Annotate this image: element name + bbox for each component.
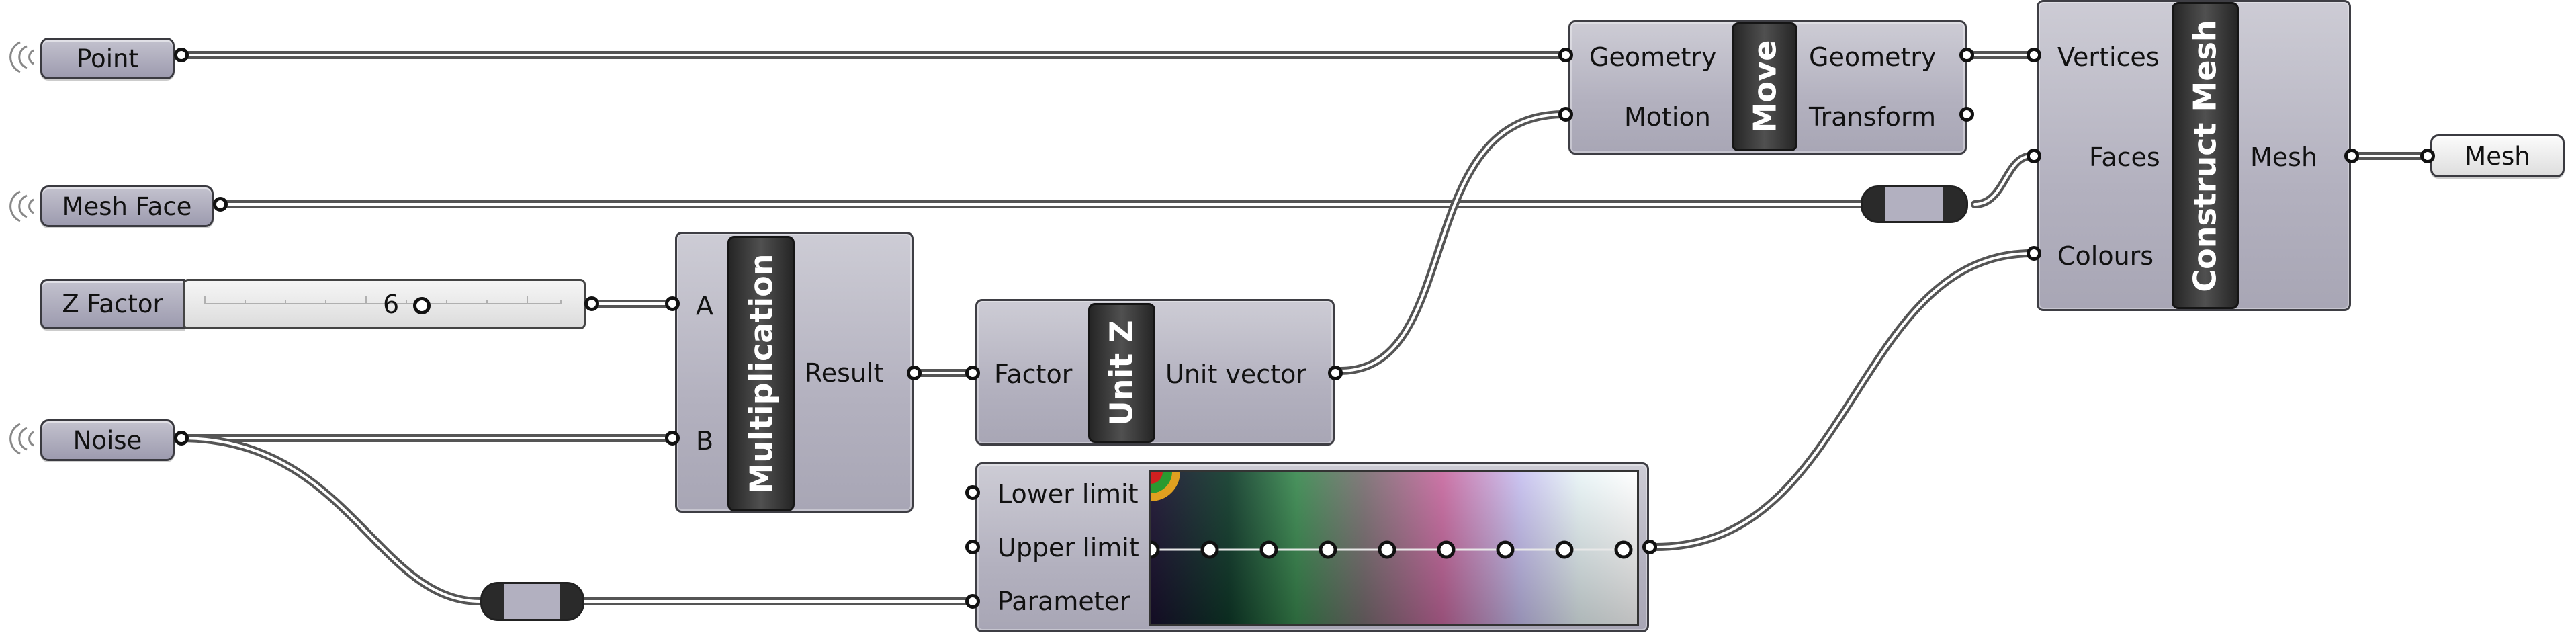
z-factor-slider[interactable]: 6: [183, 279, 586, 329]
slider-handle[interactable]: [413, 297, 431, 314]
slider-value: 6: [383, 290, 400, 319]
colours-label: Colours: [2057, 241, 2154, 271]
lower-limit-input-grip[interactable]: [965, 485, 980, 500]
move-output-transform-label: Transform: [1809, 102, 1937, 132]
move-component[interactable]: Geometry Motion Move Geometry Transform: [1568, 20, 1967, 155]
mesh-output-param[interactable]: Mesh: [2430, 134, 2565, 177]
mesh-output-label: Mesh: [2250, 142, 2318, 172]
gradient-output-grip[interactable]: [1642, 540, 1657, 554]
parameter-input-grip[interactable]: [965, 594, 980, 609]
unit-z-component[interactable]: Factor Unit Z Unit vector: [975, 299, 1335, 446]
wire-noise-to-relay: [176, 434, 484, 605]
multiplication-component[interactable]: A B Multiplication Result: [675, 232, 914, 513]
construct-mesh-component[interactable]: Vertices Faces Colours Construct Mesh Me…: [2037, 0, 2351, 311]
move-transform-output-grip[interactable]: [1959, 107, 1974, 122]
unit-vector-label: Unit vector: [1165, 359, 1306, 389]
wire-unitvector-to-motion: [1336, 110, 1568, 375]
noise-output-grip[interactable]: [174, 431, 189, 446]
lower-limit-label: Lower limit: [997, 479, 1139, 509]
gradient-component[interactable]: Lower limit Upper limit Parameter: [975, 462, 1649, 632]
mesh-face-output-grip[interactable]: [213, 197, 228, 212]
multiplication-title: Multiplication: [727, 236, 795, 511]
gradient-stops: [1151, 540, 1633, 559]
parameter-label: Parameter: [997, 587, 1130, 616]
unit-z-title: Unit Z: [1088, 303, 1155, 443]
move-geometry-input-grip[interactable]: [1558, 48, 1573, 62]
slider-label-box: Z Factor: [40, 279, 185, 329]
point-param[interactable]: Point: [40, 38, 175, 79]
relay-noise[interactable]: [480, 582, 584, 621]
mesh-face-label: Mesh Face: [62, 192, 192, 221]
result-label: Result: [805, 358, 884, 388]
move-geometry-output-grip[interactable]: [1959, 48, 1974, 62]
input-a-label: A: [696, 291, 713, 321]
move-input-geometry-label: Geometry: [1589, 42, 1717, 72]
wireless-icon: [9, 423, 34, 455]
relay-mesh-face[interactable]: [1861, 185, 1968, 223]
faces-label: Faces: [2089, 142, 2160, 172]
gradient-preview[interactable]: [1149, 470, 1639, 626]
input-b-label: B: [696, 426, 714, 456]
slider-label: Z Factor: [62, 290, 163, 319]
vertices-input-grip[interactable]: [2027, 48, 2041, 62]
mesh-param-input-grip[interactable]: [2420, 149, 2435, 163]
wireless-icon: [9, 190, 34, 222]
upper-limit-label: Upper limit: [997, 533, 1139, 562]
move-motion-input-grip[interactable]: [1558, 107, 1573, 122]
a-input-grip[interactable]: [665, 296, 680, 311]
colours-input-grip[interactable]: [2027, 246, 2041, 261]
unit-vector-output-grip[interactable]: [1328, 366, 1343, 380]
slider-output-grip[interactable]: [584, 296, 599, 311]
wire-relay-to-faces: [1971, 152, 2036, 208]
factor-label: Factor: [994, 359, 1073, 389]
noise-param[interactable]: Noise: [40, 419, 175, 461]
mesh-output-label: Mesh: [2464, 141, 2530, 171]
mesh-face-param[interactable]: Mesh Face: [40, 185, 214, 227]
move-output-geometry-label: Geometry: [1809, 42, 1937, 72]
point-label: Point: [77, 44, 138, 73]
mesh-output-grip[interactable]: [2344, 149, 2359, 163]
vertices-label: Vertices: [2057, 42, 2160, 72]
wire-gradient-to-colours: [1652, 249, 2036, 551]
wireless-icon: [9, 41, 34, 73]
move-input-motion-label: Motion: [1624, 102, 1711, 132]
noise-label: Noise: [73, 425, 142, 455]
point-output-grip[interactable]: [174, 48, 189, 62]
construct-mesh-title: Construct Mesh: [2172, 2, 2239, 309]
move-title: Move: [1732, 22, 1797, 151]
faces-input-grip[interactable]: [2027, 149, 2041, 163]
result-output-grip[interactable]: [907, 366, 922, 380]
b-input-grip[interactable]: [665, 431, 680, 446]
upper-limit-input-grip[interactable]: [965, 540, 980, 554]
factor-input-grip[interactable]: [965, 366, 980, 380]
